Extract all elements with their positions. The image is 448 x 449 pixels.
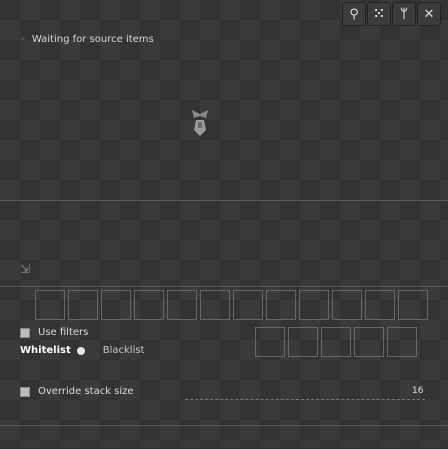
- stack-size-value: 16: [412, 386, 424, 396]
- stack-size-slider[interactable]: [185, 385, 425, 400]
- grid-dots-icon[interactable]: ⁙: [367, 2, 391, 26]
- slot[interactable]: [68, 290, 98, 320]
- whitelist-label[interactable]: Whitelist: [20, 345, 71, 356]
- slot[interactable]: [332, 290, 362, 320]
- search-icon[interactable]: ⚲: [342, 2, 366, 26]
- filter-slot[interactable]: [288, 327, 318, 357]
- slot-strip-edge-icon: ⇲: [20, 262, 31, 276]
- filter-slot[interactable]: [255, 327, 285, 357]
- slot[interactable]: [200, 290, 230, 320]
- slot[interactable]: [398, 290, 428, 320]
- filter-slot[interactable]: [387, 327, 417, 357]
- slot[interactable]: [167, 290, 197, 320]
- status-text: Waiting for source items: [31, 34, 154, 45]
- slot[interactable]: [35, 290, 65, 320]
- checkerboard-background: [0, 0, 448, 448]
- close-icon[interactable]: ✕: [417, 2, 441, 26]
- status-line: ◦ Waiting for source items: [20, 34, 154, 45]
- use-filters-label: Use filters: [38, 327, 89, 338]
- use-filters-checkbox[interactable]: [20, 327, 30, 338]
- bottom-bar: [0, 425, 448, 449]
- whitelist-blacklist-row: Whitelist Blacklist: [20, 345, 144, 356]
- override-stack-label: Override stack size: [38, 386, 134, 397]
- whitelist-radio[interactable]: [76, 346, 85, 355]
- blacklist-label[interactable]: Blacklist: [103, 345, 145, 356]
- override-stack-checkbox[interactable]: [20, 386, 30, 397]
- slot[interactable]: [134, 290, 164, 320]
- slot-strip: [35, 290, 440, 322]
- source-item-icon: [188, 108, 212, 140]
- override-stack-row[interactable]: Override stack size: [20, 386, 134, 397]
- slot[interactable]: [299, 290, 329, 320]
- slot[interactable]: [233, 290, 263, 320]
- section-divider: [0, 286, 448, 287]
- slot[interactable]: [365, 290, 395, 320]
- filter-slot[interactable]: [321, 327, 351, 357]
- filter-slot[interactable]: [354, 327, 384, 357]
- fork-icon[interactable]: ᛘ: [392, 2, 416, 26]
- status-dot-icon: ◦: [20, 34, 26, 45]
- filter-grid: [255, 327, 439, 375]
- use-filters-row[interactable]: Use filters: [20, 327, 88, 338]
- slot[interactable]: [101, 290, 131, 320]
- section-divider: [0, 200, 448, 201]
- slot[interactable]: [266, 290, 296, 320]
